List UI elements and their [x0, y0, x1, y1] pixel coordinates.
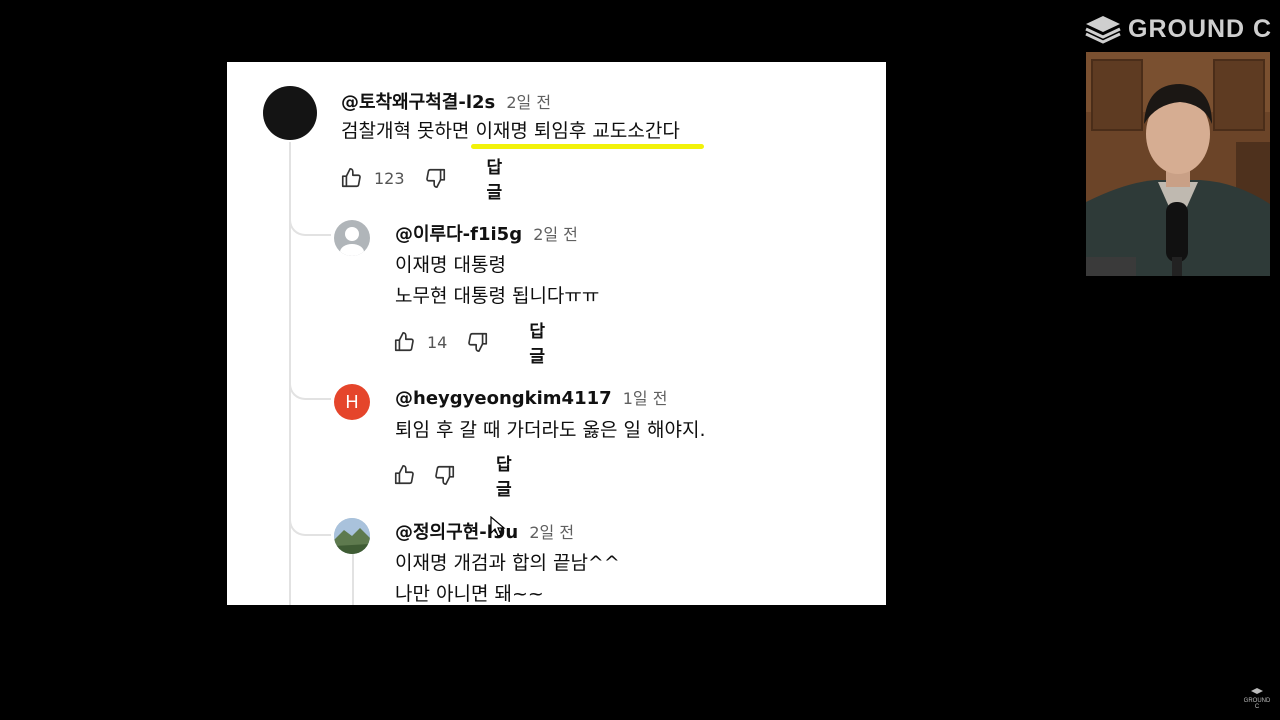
thread-connector — [289, 506, 331, 536]
comment-header: @이루다-f1i5g 2일 전 — [395, 220, 578, 246]
comment-line: 이재명 개검과 합의 끝남^^ — [395, 552, 620, 574]
comment-actions: 답글 — [393, 455, 521, 500]
watermark-text: GROUND C — [1243, 698, 1271, 710]
landscape-image — [334, 518, 370, 554]
stack-layers-icon — [1085, 16, 1121, 44]
timestamp[interactable]: 2일 전 — [529, 523, 574, 542]
timestamp[interactable]: 2일 전 — [506, 93, 551, 112]
author-name[interactable]: @이루다-f1i5g — [395, 224, 522, 245]
comment-actions: 14 답글 — [393, 322, 549, 367]
comment-body: 이재명 대통령 노무현 대통령 됩니다ㅠㅠ — [395, 250, 599, 312]
logo-text: GROUND C — [1128, 14, 1273, 43]
thread-connector — [289, 206, 331, 236]
author-name[interactable]: @토착왜구척결-l2s — [341, 92, 495, 113]
thumbs-down-icon[interactable] — [425, 166, 447, 190]
comment-line: 노무현 대통령 됩니다ㅠㅠ — [395, 285, 600, 307]
thumbs-up-icon[interactable] — [393, 330, 415, 354]
channel-watermark: GROUND C — [1242, 688, 1272, 710]
comment-body: 이재명 개검과 합의 끝남^^ 나만 아니면 돼~~ — [395, 548, 620, 605]
timestamp[interactable]: 2일 전 — [533, 225, 578, 244]
comment-line: 나만 아니면 돼~~ — [395, 583, 544, 605]
thumbs-down-icon[interactable] — [434, 463, 456, 487]
thread-connector — [289, 370, 331, 400]
thumbs-down-icon[interactable] — [467, 330, 489, 354]
nested-thread-line — [352, 549, 354, 605]
comment-header: @정의구현-l9u 2일 전 — [395, 518, 574, 544]
comment-body: 검찰개혁 못하면 이재명 퇴임후 교도소간다 — [341, 116, 680, 147]
comment-header: @토착왜구척결-l2s 2일 전 — [341, 88, 551, 114]
webcam-video — [1086, 52, 1270, 276]
reply-button[interactable]: 답글 — [529, 317, 549, 367]
reply-button[interactable]: 답글 — [496, 450, 521, 500]
comment-actions: 123 답글 — [340, 158, 506, 203]
avatar-letter[interactable]: H — [334, 384, 370, 420]
thumbs-up-icon[interactable] — [340, 166, 362, 190]
avatar-letter-text: H — [345, 391, 359, 412]
comment-text: 검찰개혁 못하면 — [341, 120, 476, 142]
comment-panel: @토착왜구척결-l2s 2일 전 검찰개혁 못하면 이재명 퇴임후 교도소간다 … — [227, 62, 886, 605]
avatar-default[interactable] — [334, 220, 370, 256]
author-name[interactable]: @heygyeongkim4117 — [395, 388, 612, 409]
reply-button[interactable]: 답글 — [487, 153, 507, 203]
comment-body: 퇴임 후 갈 때 가더라도 옳은 일 해야지. — [395, 415, 706, 446]
avatar[interactable] — [263, 86, 317, 140]
timestamp[interactable]: 1일 전 — [623, 389, 668, 408]
presenter-image — [1086, 52, 1270, 276]
like-count: 14 — [427, 332, 448, 352]
comment-header: @heygyeongkim4117 1일 전 — [395, 385, 667, 409]
avatar-landscape[interactable] — [334, 518, 370, 554]
highlighted-text: 이재명 퇴임후 교도소간다 — [475, 120, 680, 142]
comment-line: 이재명 대통령 — [395, 254, 506, 276]
stack-layers-icon — [1251, 688, 1263, 694]
ground-c-logo: GROUND C — [1084, 14, 1272, 44]
like-count: 123 — [374, 168, 405, 188]
mouse-cursor-icon — [490, 515, 506, 542]
thumbs-up-icon[interactable] — [393, 463, 415, 487]
comment-line: 퇴임 후 갈 때 가더라도 옳은 일 해야지. — [395, 419, 706, 441]
person-icon — [340, 227, 364, 256]
